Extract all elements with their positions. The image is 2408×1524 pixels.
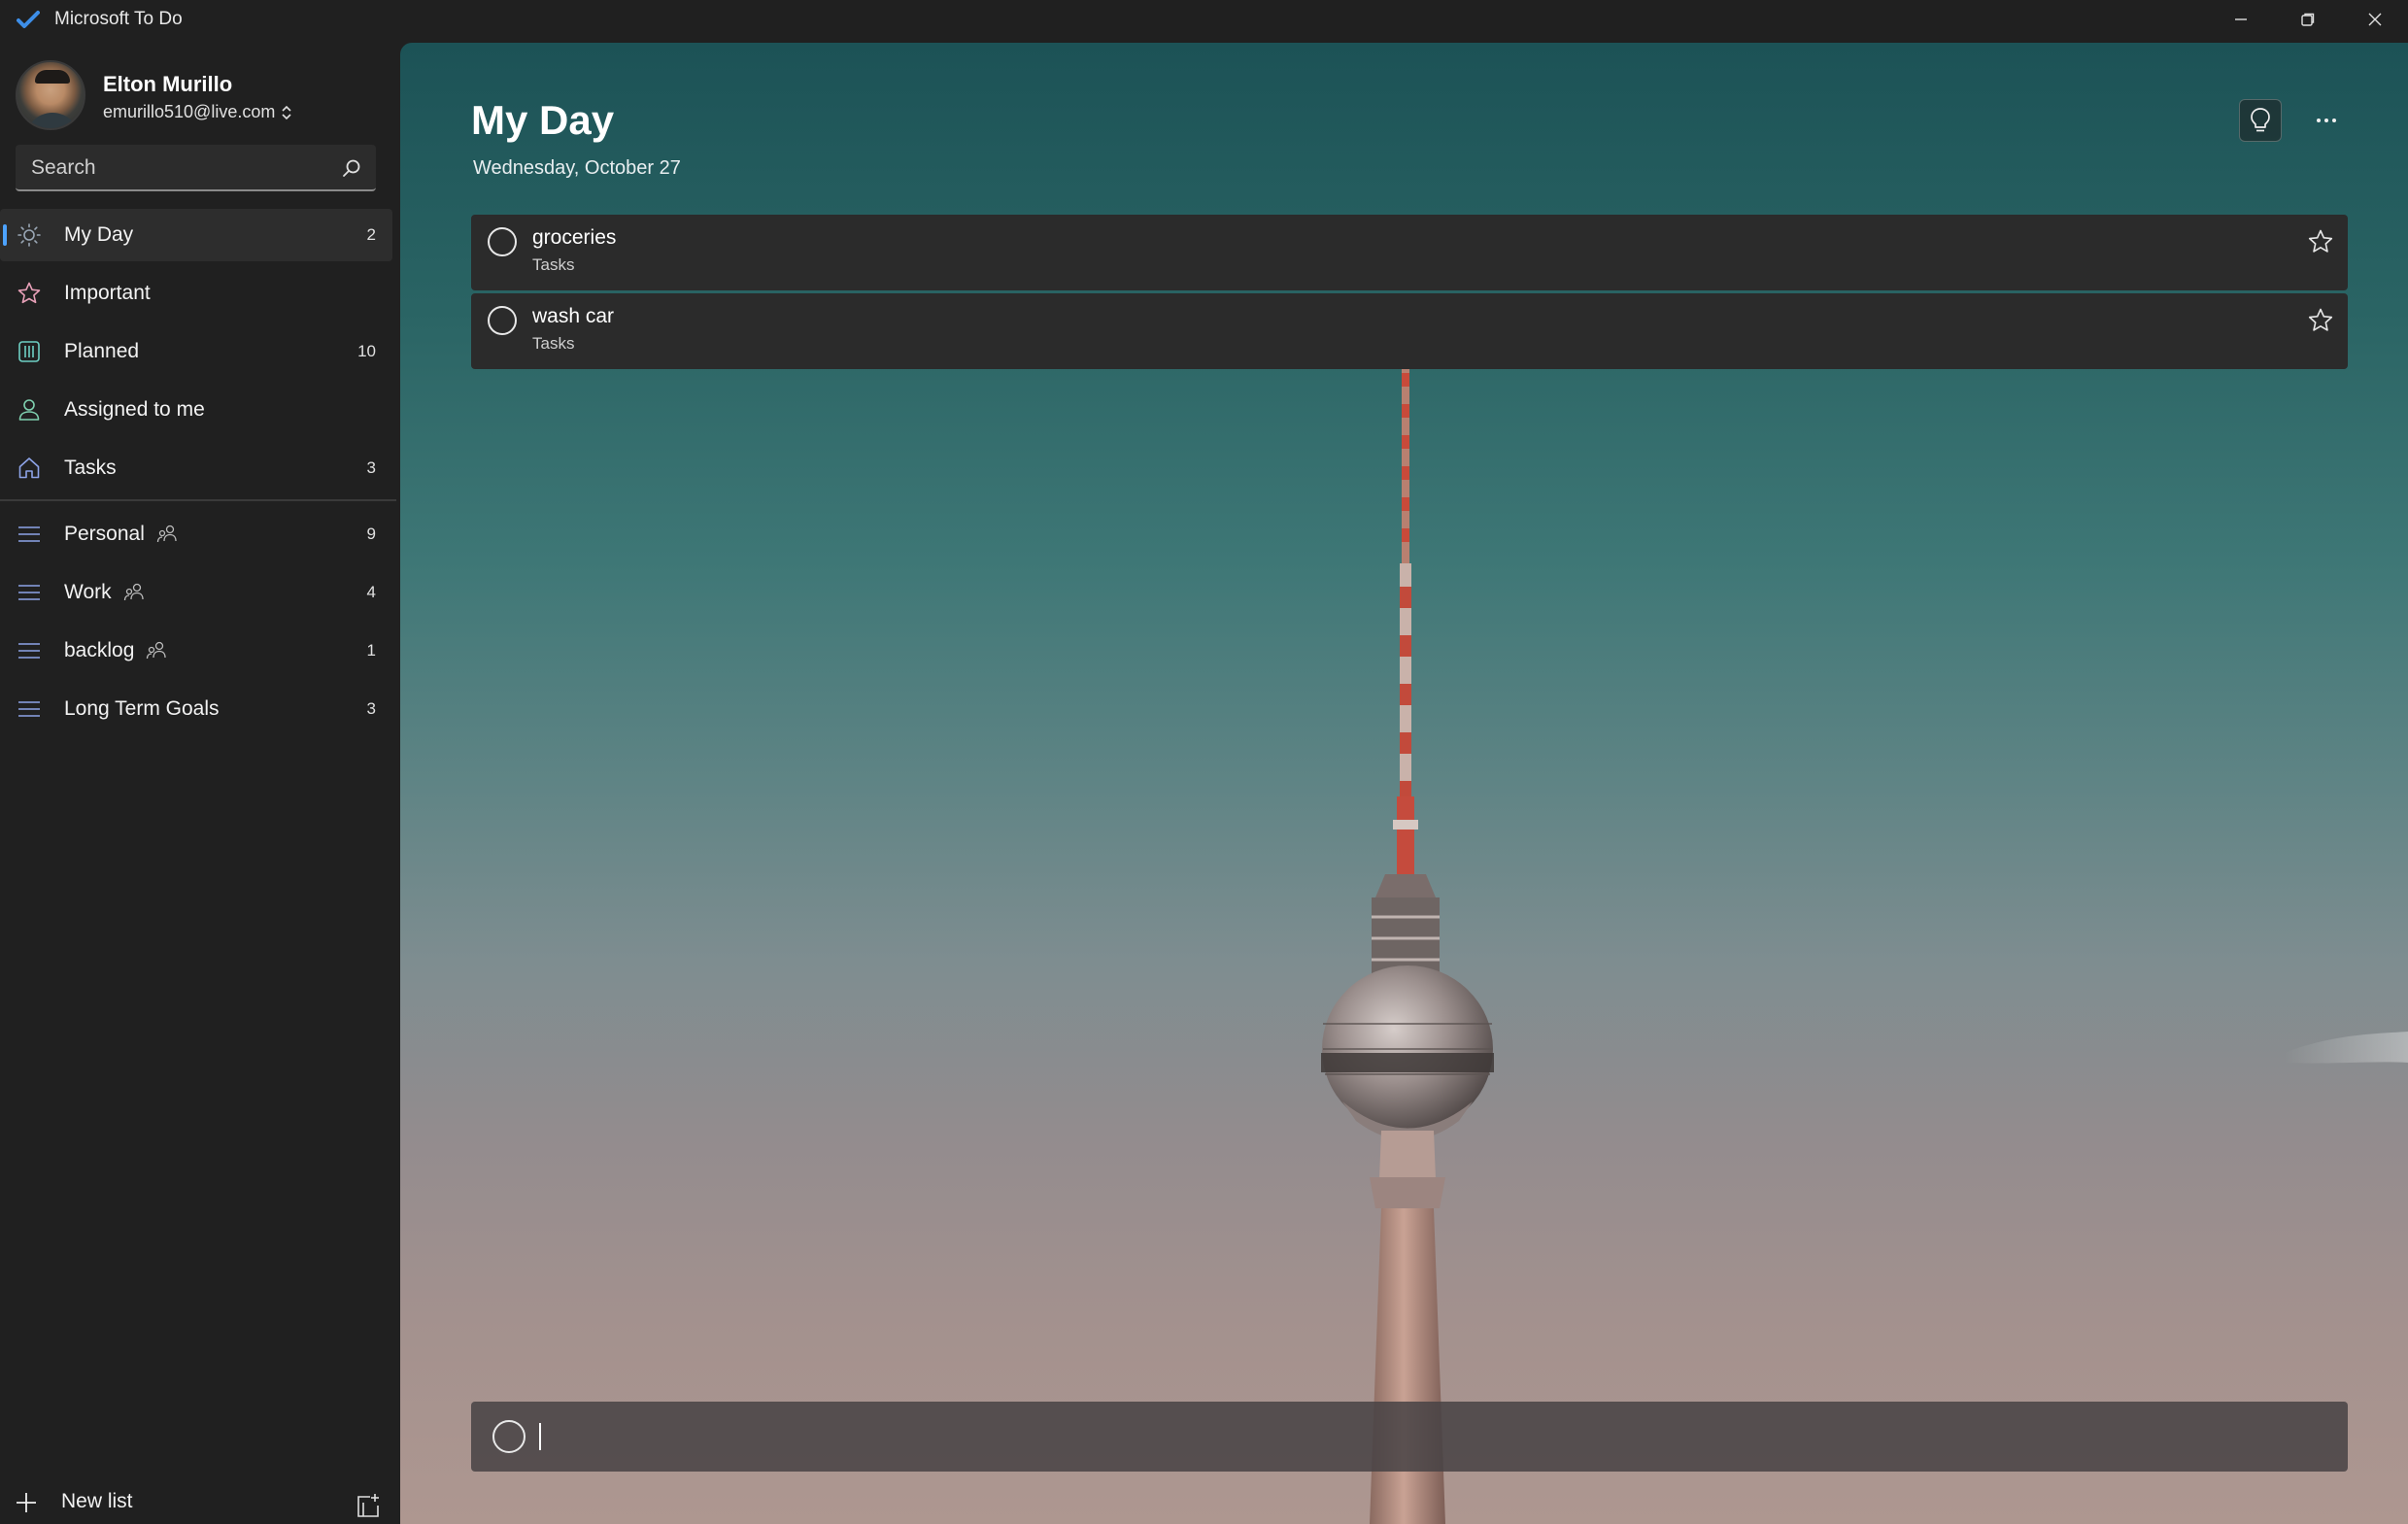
sidebar-item-assigned-to-me[interactable]: Assigned to me xyxy=(0,384,392,436)
search-placeholder: Search xyxy=(31,156,96,179)
sidebar-item-long-term-goals[interactable]: Long Term Goals 3 xyxy=(0,683,392,735)
sidebar-item-important[interactable]: Important xyxy=(0,267,392,320)
sidebar-item-personal[interactable]: Personal 9 xyxy=(0,508,392,560)
sidebar-item-work[interactable]: Work 4 xyxy=(0,566,392,619)
star-icon xyxy=(16,280,43,307)
restore-icon xyxy=(2300,13,2314,26)
sidebar-item-backlog[interactable]: backlog 1 xyxy=(0,625,392,677)
task-list-name: Tasks xyxy=(532,255,575,274)
sidebar-item-label: Tasks xyxy=(64,457,117,479)
user-email-row: emurillo510@live.com xyxy=(103,102,292,122)
task-complete-checkbox[interactable] xyxy=(488,306,517,335)
avatar xyxy=(16,60,85,130)
add-task-input[interactable] xyxy=(543,1417,2291,1456)
sidebar-item-label: Assigned to me xyxy=(64,398,205,421)
minimize-button[interactable] xyxy=(2207,0,2274,39)
list-icon xyxy=(16,579,43,606)
restore-button[interactable] xyxy=(2274,0,2341,39)
lightbulb-icon xyxy=(2251,108,2270,132)
minimize-icon xyxy=(2234,18,2247,20)
sidebar-item-label: Long Term Goals xyxy=(64,697,220,720)
chevron-updown-icon xyxy=(282,105,291,119)
sidebar-list-label-row: Personal xyxy=(64,523,178,546)
sidebar-item-count: 2 xyxy=(366,225,376,244)
search-icon[interactable] xyxy=(341,157,362,179)
shared-people-icon xyxy=(147,641,167,660)
task-row[interactable]: groceries Tasks xyxy=(471,215,2348,290)
sidebar-item-count: 10 xyxy=(357,342,376,360)
task-complete-checkbox[interactable] xyxy=(488,227,517,256)
sidebar-item-label: Personal xyxy=(64,523,145,545)
sidebar-item-label: My Day xyxy=(64,223,134,246)
task-row[interactable]: wash car Tasks xyxy=(471,293,2348,369)
suggestions-button[interactable] xyxy=(2239,99,2282,142)
ellipsis-icon xyxy=(2317,119,2336,122)
add-task-bar[interactable] xyxy=(471,1402,2348,1472)
star-icon[interactable] xyxy=(2307,307,2334,334)
window-title: Microsoft To Do xyxy=(54,9,183,29)
sidebar-item-label: Planned xyxy=(64,340,140,362)
account-switcher[interactable]: Elton Murillo emurillo510@live.com xyxy=(16,60,394,132)
sidebar-item-count: 3 xyxy=(366,458,376,477)
sidebar-item-label: backlog xyxy=(64,639,135,661)
main-panel: My Day Wednesday, October 27 groceries T… xyxy=(400,43,2408,1524)
task-title: groceries xyxy=(532,226,617,249)
task-title: wash car xyxy=(532,305,615,327)
search-input[interactable]: Search xyxy=(16,145,376,191)
list-icon xyxy=(16,637,43,664)
close-button[interactable] xyxy=(2341,0,2408,39)
sidebar-item-count: 3 xyxy=(366,699,376,718)
sidebar-item-label: Important xyxy=(64,282,151,304)
sidebar-list-label-row: backlog xyxy=(64,639,167,662)
sidebar-item-label: Work xyxy=(64,581,112,603)
star-icon[interactable] xyxy=(2307,228,2334,255)
sidebar-list-label-row: Work xyxy=(64,581,145,604)
page-title: My Day xyxy=(471,97,615,143)
more-options-button[interactable] xyxy=(2305,99,2348,142)
sidebar-divider xyxy=(0,499,396,501)
page-date: Wednesday, October 27 xyxy=(473,157,681,179)
title-bar: Microsoft To Do xyxy=(0,0,2408,39)
plus-icon xyxy=(17,1493,36,1512)
todo-check-icon xyxy=(14,5,43,34)
sidebar-item-planned[interactable]: Planned 10 xyxy=(0,325,392,378)
text-caret xyxy=(539,1423,541,1450)
calendar-icon xyxy=(16,338,43,365)
sun-icon xyxy=(16,221,43,249)
task-list-name: Tasks xyxy=(532,334,575,353)
new-list-button[interactable]: New list xyxy=(0,1486,400,1524)
sidebar-item-count: 4 xyxy=(366,583,376,601)
new-group-icon[interactable] xyxy=(355,1492,382,1519)
list-icon xyxy=(16,521,43,548)
person-icon xyxy=(16,396,43,423)
user-email: emurillo510@live.com xyxy=(103,102,276,121)
home-icon xyxy=(16,455,43,482)
new-list-label: New list xyxy=(61,1490,133,1512)
shared-people-icon xyxy=(156,525,177,543)
sidebar-item-count: 9 xyxy=(366,525,376,543)
add-task-circle-icon xyxy=(492,1420,526,1453)
sidebar-item-tasks[interactable]: Tasks 3 xyxy=(0,442,392,494)
sidebar: Elton Murillo emurillo510@live.com Searc… xyxy=(0,39,400,1524)
list-icon xyxy=(16,695,43,723)
sidebar-item-my-day[interactable]: My Day 2 xyxy=(0,209,392,261)
shared-people-icon xyxy=(123,583,144,601)
close-icon xyxy=(2368,13,2381,26)
user-name: Elton Murillo xyxy=(103,72,233,96)
sidebar-item-count: 1 xyxy=(366,641,376,660)
